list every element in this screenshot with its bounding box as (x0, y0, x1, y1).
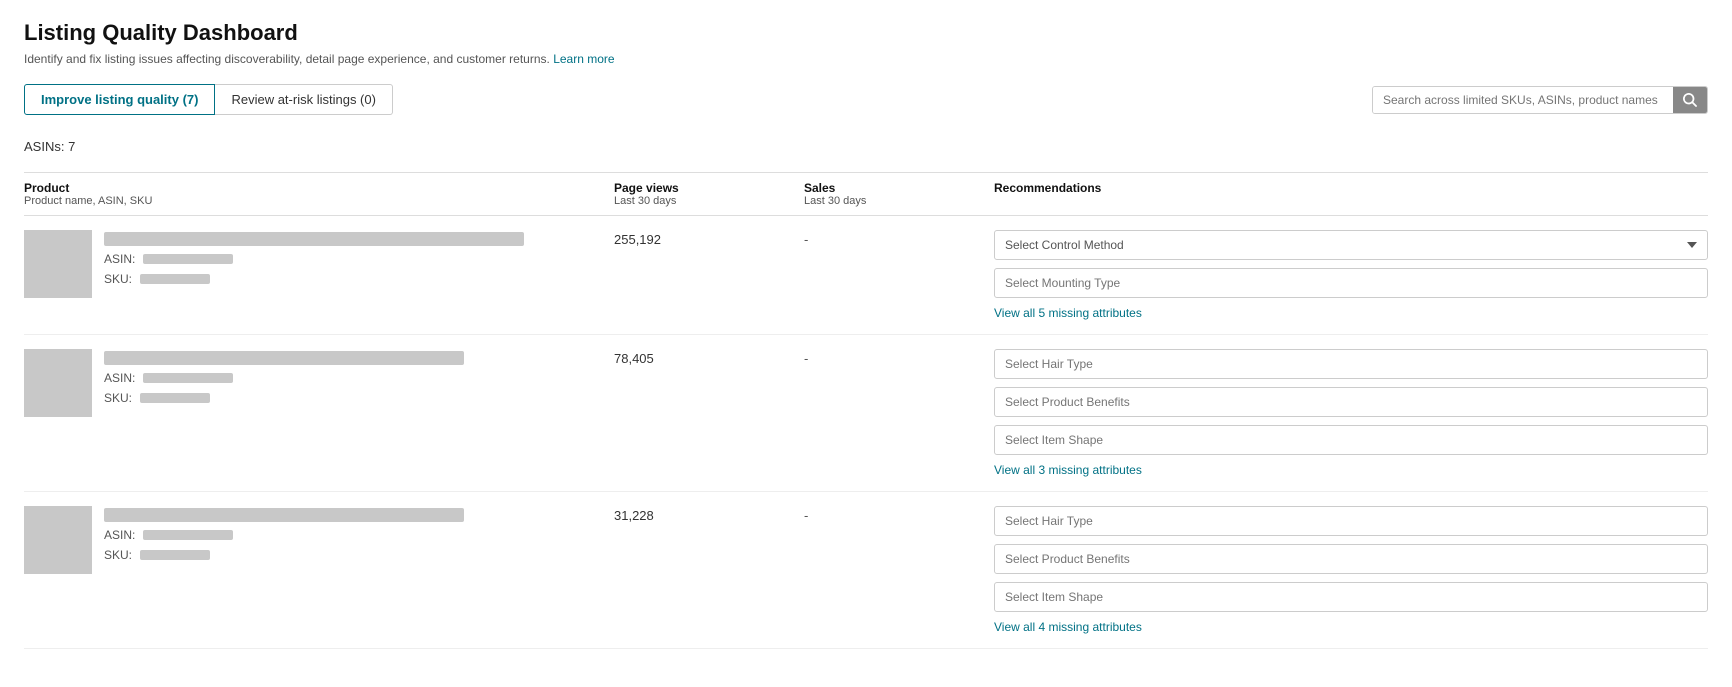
page-subtitle: Identify and fix listing issues affectin… (24, 52, 1708, 66)
tab-group: Improve listing quality (7) Review at-ri… (24, 84, 393, 115)
product-asin: ASIN: (104, 252, 524, 266)
product-asin: ASIN: (104, 528, 464, 542)
select-product-benefits-2[interactable] (994, 387, 1708, 417)
search-bar (1372, 86, 1708, 114)
product-info: ASIN: SKU: (104, 230, 524, 286)
recommendations-1: Select Control Method View all 5 missing… (994, 230, 1708, 320)
product-info: ASIN: SKU: (104, 506, 464, 562)
product-cell-1: ASIN: SKU: (24, 230, 614, 298)
table-row: ASIN: SKU: 31,228 - View all 4 missing a… (24, 492, 1708, 649)
table-row: ASIN: SKU: 255,192 - Select Control Meth… (24, 216, 1708, 335)
col-header-page-views: Page views Last 30 days (614, 181, 804, 207)
asin-value-bar (143, 373, 233, 383)
view-missing-2[interactable]: View all 3 missing attributes (994, 463, 1708, 477)
sales-3: - (804, 506, 994, 523)
tab-improve-listing[interactable]: Improve listing quality (7) (24, 84, 215, 115)
search-button[interactable] (1673, 87, 1707, 113)
page-views-2: 78,405 (614, 349, 804, 366)
sku-value-bar (140, 393, 210, 403)
page-wrapper: Listing Quality Dashboard Identify and f… (0, 0, 1732, 669)
col-header-sales: Sales Last 30 days (804, 181, 994, 207)
table-header: Product Product name, ASIN, SKU Page vie… (24, 172, 1708, 216)
product-sku: SKU: (104, 272, 524, 286)
product-name-placeholder (104, 508, 464, 522)
recommendations-2: View all 3 missing attributes (994, 349, 1708, 477)
product-cell-3: ASIN: SKU: (24, 506, 614, 574)
select-item-shape-2[interactable] (994, 425, 1708, 455)
select-hair-type-3[interactable] (994, 506, 1708, 536)
view-missing-1[interactable]: View all 5 missing attributes (994, 306, 1708, 320)
product-thumbnail (24, 349, 92, 417)
product-sku: SKU: (104, 391, 464, 405)
product-thumbnail (24, 230, 92, 298)
select-item-shape-3[interactable] (994, 582, 1708, 612)
sku-value-bar (140, 550, 210, 560)
product-name-placeholder (104, 232, 524, 246)
asin-value-bar (143, 254, 233, 264)
tab-review-at-risk[interactable]: Review at-risk listings (0) (215, 84, 392, 115)
sku-value-bar (140, 274, 210, 284)
search-icon (1683, 93, 1697, 107)
product-sku: SKU: (104, 548, 464, 562)
learn-more-link[interactable]: Learn more (553, 52, 614, 66)
tabs-search-bar: Improve listing quality (7) Review at-ri… (24, 84, 1708, 115)
product-name-placeholder (104, 351, 464, 365)
search-input[interactable] (1373, 87, 1673, 113)
page-title: Listing Quality Dashboard (24, 20, 1708, 46)
recommendations-3: View all 4 missing attributes (994, 506, 1708, 634)
table-row: ASIN: SKU: 78,405 - View all 3 missing a… (24, 335, 1708, 492)
select-product-benefits-3[interactable] (994, 544, 1708, 574)
col-header-product: Product Product name, ASIN, SKU (24, 181, 614, 207)
product-cell-2: ASIN: SKU: (24, 349, 614, 417)
product-thumbnail (24, 506, 92, 574)
page-views-3: 31,228 (614, 506, 804, 523)
select-control-method[interactable]: Select Control Method (994, 230, 1708, 260)
select-hair-type-2[interactable] (994, 349, 1708, 379)
product-info: ASIN: SKU: (104, 349, 464, 405)
sales-2: - (804, 349, 994, 366)
col-header-recommendations: Recommendations (994, 181, 1708, 207)
sales-1: - (804, 230, 994, 247)
view-missing-3[interactable]: View all 4 missing attributes (994, 620, 1708, 634)
asin-count: ASINs: 7 (24, 131, 1708, 162)
select-mounting-type[interactable] (994, 268, 1708, 298)
asin-value-bar (143, 530, 233, 540)
page-views-1: 255,192 (614, 230, 804, 247)
product-asin: ASIN: (104, 371, 464, 385)
